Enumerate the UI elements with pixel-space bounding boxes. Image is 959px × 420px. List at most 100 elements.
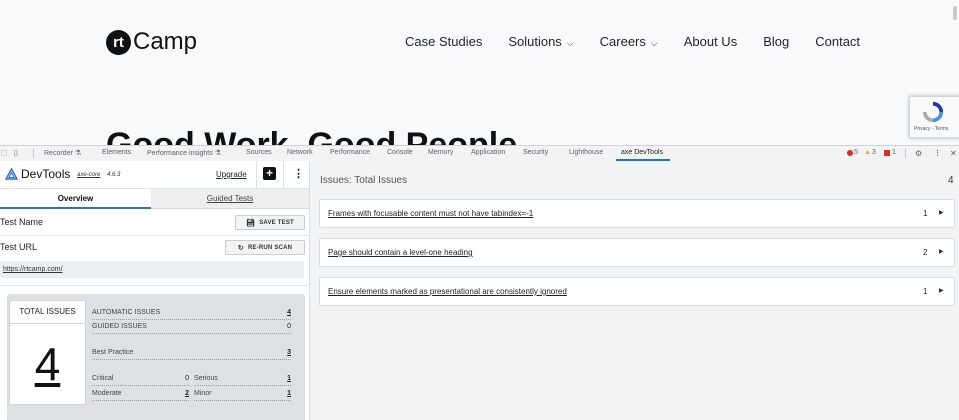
total-issues-card[interactable]: TOTAL ISSUES 4 [9,300,86,405]
moderate-label: Moderate [92,390,122,397]
issue-row[interactable]: Page should contain a level-one heading … [319,238,955,267]
close-devtools-icon[interactable]: ✕ [950,149,957,158]
nav-case-studies[interactable]: Case Studies [405,34,482,49]
error-count-badge[interactable]: 5 [847,149,858,156]
rerun-scan-button[interactable]: ↻ RE-RUN SCAN [225,240,305,255]
nav-solutions[interactable]: Solutions ⌵ [508,34,573,49]
tab-axe-devtools[interactable]: axe DevTools [621,149,663,156]
tab-memory[interactable]: Memory [428,149,453,156]
save-test-label: SAVE TEST [259,219,294,226]
dotted-divider [92,400,189,401]
logo-mark: rt [106,29,131,55]
issue-description[interactable]: Ensure elements marked as presentational… [328,287,567,296]
tab-application[interactable]: Application [471,149,505,156]
refresh-icon: ↻ [237,244,244,252]
issue-row[interactable]: Ensure elements marked as presentational… [319,277,955,306]
save-icon: 💾︎ [246,219,256,227]
issues-icon [884,149,890,156]
nav-about-us[interactable]: About Us [684,34,737,49]
inspect-element-icon[interactable]: ⬚ [1,149,8,157]
axe-overview-panel: DevTools axe-core 4.6.3 Upgrade + ⋮ Over… [0,161,310,420]
row-divider [0,285,309,286]
critical-count: 0 [185,375,189,382]
tab-console[interactable]: Console [387,149,413,156]
scrollbar-thumb[interactable] [953,6,957,20]
axe-core-link[interactable]: axe-core [77,172,100,178]
nav-blog[interactable]: Blog [763,34,789,49]
error-count: 5 [854,149,858,156]
dotted-divider [92,385,189,386]
dotted-divider [92,319,291,320]
automatic-issues-label: AUTOMATIC ISSUES [92,309,161,316]
kebab-menu-icon[interactable]: ⋮ [293,167,304,180]
device-toolbar-icon[interactable]: ▯ [14,149,18,157]
test-url-label: Test URL [0,242,38,252]
expand-arrow-icon[interactable]: ▶ [939,209,944,216]
tab-sources[interactable]: Sources [246,149,272,156]
hero-title: Good Work. Good People. [106,126,527,145]
nav-label: About Us [683,34,738,49]
issues-panel-count: 4 [948,175,954,186]
issues-panel-title: Issues: Total Issues [320,175,408,186]
test-url-link[interactable]: https://rtcamp.com/ [3,266,63,273]
expand-arrow-icon[interactable]: ▶ [939,287,944,294]
issues-summary: TOTAL ISSUES 4 AUTOMATIC ISSUES 4 GUIDED… [7,294,305,420]
tab-label: Recorder [44,150,73,157]
warning-icon: ▲ [864,149,871,156]
warning-count: 3 [871,149,876,156]
issues-count-badge[interactable]: 1 [884,149,896,156]
new-scan-icon[interactable]: + [263,167,276,180]
tab-recorder[interactable]: Recorder ⚗ [44,149,81,157]
guided-issues-count: 0 [287,323,291,330]
serious-count[interactable]: 1 [277,375,291,382]
moderate-count[interactable]: 2 [177,390,189,397]
issue-description[interactable]: Page should contain a level-one heading [328,248,473,257]
nav-label: Solutions [508,34,562,49]
rtcamp-logo[interactable]: rt Camp [106,28,197,56]
tab-label: Performance insights [147,150,213,157]
flask-icon: ⚗ [214,150,221,157]
axe-logo-icon [5,168,18,180]
tab-elements[interactable]: Elements [102,149,131,156]
recaptcha-badge[interactable]: Privacy - Terms [909,96,959,138]
axe-header: DevTools axe-core 4.6.3 Upgrade + ⋮ [0,161,309,189]
upgrade-link[interactable]: Upgrade [216,170,247,179]
axe-devtools-title: DevTools [21,167,71,181]
total-issues-count[interactable]: 4 [10,341,85,387]
issue-count: 1 [923,209,928,218]
nav-contact[interactable]: Contact [815,34,860,49]
settings-gear-icon[interactable]: ⚙ [915,149,922,158]
flask-icon: ⚗ [74,150,82,157]
tab-guided-tests[interactable]: Guided Tests [151,189,309,209]
issues-count: 1 [892,149,896,156]
issue-description[interactable]: Frames with focusable content must not h… [328,209,533,218]
toolbar-divider [905,149,906,158]
website-viewport: rt Camp Case Studies Solutions ⌵ Careers ⌵… [0,0,959,145]
issues-panel: Issues: Total Issues 4 Frames with focus… [310,161,959,420]
nav-careers[interactable]: Careers ⌵ [600,34,658,49]
dotted-divider [194,400,291,401]
warning-count-badge[interactable]: ▲ 3 [864,149,876,156]
tab-performance-insights[interactable]: Performance insights ⚗ [147,149,221,157]
best-practice-label: Best Practice [92,349,134,356]
tab-overview[interactable]: Overview [0,189,151,209]
expand-arrow-icon[interactable]: ▶ [939,248,944,255]
more-options-icon[interactable]: ⋮ [934,149,941,157]
tab-network[interactable]: Network [287,149,313,156]
tab-lighthouse[interactable]: Lighthouse [569,149,603,156]
automatic-issues-count[interactable]: 4 [277,309,291,316]
recaptcha-icon [922,101,944,123]
minor-count[interactable]: 1 [277,390,291,397]
logo-word: Camp [133,28,198,55]
best-practice-count[interactable]: 3 [277,349,291,356]
dotted-divider [194,385,291,386]
tab-performance[interactable]: Performance [330,149,370,156]
tab-security[interactable]: Security [523,149,548,156]
nav-label: Contact [815,34,861,49]
test-name-label: Test Name [0,217,44,227]
save-test-button[interactable]: 💾︎ SAVE TEST [235,215,305,230]
issue-row[interactable]: Frames with focusable content must not h… [319,199,955,228]
critical-label: Critical [92,375,114,382]
nav-label: Careers [599,34,646,49]
dotted-divider [92,359,291,360]
